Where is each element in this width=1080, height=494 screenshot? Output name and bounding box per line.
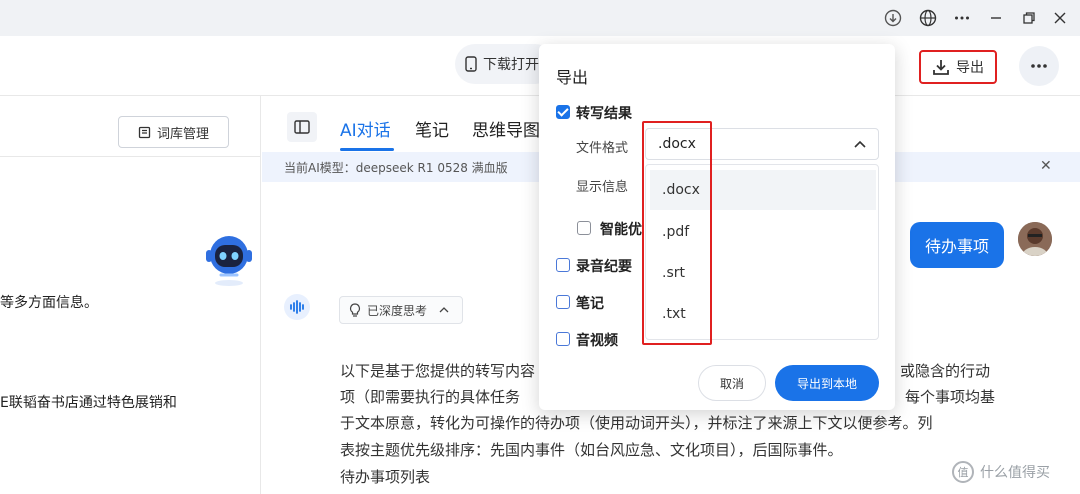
file-format-dropdown: .docx .pdf .srt .txt xyxy=(645,164,879,340)
globe-icon[interactable] xyxy=(918,8,938,28)
ai-model-text: 当前AI模型：deepseek R1 0528 满血版 xyxy=(284,161,508,175)
export-download-icon xyxy=(932,58,950,76)
bulb-icon xyxy=(349,303,361,317)
ai-response-fragment: 或隐含的行动 xyxy=(900,362,991,380)
site-watermark: 值 什么值得买 xyxy=(952,461,1050,483)
minimize-icon[interactable] xyxy=(986,8,1006,28)
ai-response-line: 于文本原意，转化为可操作的待办项（使用动词开头），并标注了来源上下文以便参考。列 xyxy=(340,414,933,432)
book-icon xyxy=(138,126,151,139)
ai-response-fragment: 每个事项均基 xyxy=(905,388,996,406)
deep-thinking-label: 已深度思考 xyxy=(367,303,428,318)
format-option-srt[interactable]: .srt xyxy=(650,253,876,293)
format-option-txt[interactable]: .txt xyxy=(650,294,876,334)
panel-toggle-button[interactable] xyxy=(287,112,317,142)
active-tab-indicator xyxy=(340,148,394,151)
more-options-button[interactable] xyxy=(1019,46,1059,86)
avatar[interactable] xyxy=(1018,222,1052,256)
transcript-line: 等多方面信息。 xyxy=(0,295,98,311)
phone-icon xyxy=(465,56,477,72)
sidebar-toggle-icon xyxy=(294,120,310,134)
audio-video-checkbox[interactable] xyxy=(556,332,570,346)
watermark-text: 什么值得买 xyxy=(980,465,1050,481)
ai-response-line: 以下是基于您提供的转写内容 xyxy=(340,362,536,380)
banner-close-icon[interactable]: ✕ xyxy=(1040,158,1052,174)
export-to-local-button[interactable]: 导出到本地 xyxy=(775,365,879,401)
export-label: 导出 xyxy=(956,60,984,76)
left-pane-divider xyxy=(0,156,261,157)
smart-label: 智能优 xyxy=(600,222,642,238)
restore-icon[interactable] xyxy=(1019,8,1039,28)
format-option-pdf[interactable]: .pdf xyxy=(650,212,876,252)
window-titlebar xyxy=(0,0,1080,36)
audio-video-label: 音视频 xyxy=(576,333,618,349)
vocabulary-manage-button[interactable]: 词库管理 xyxy=(118,116,229,148)
export-dialog: 导出 转写结果 文件格式 .docx 显示信息 智能优 录音纪要 笔记 音视频 … xyxy=(539,44,895,410)
ai-voice-icon xyxy=(284,294,310,320)
record-summary-checkbox[interactable] xyxy=(556,258,570,272)
transcript-checkbox[interactable] xyxy=(556,105,570,119)
file-format-value: .docx xyxy=(658,136,696,152)
tab-ai-chat[interactable]: AI对话 xyxy=(340,116,391,141)
vocabulary-manage-label: 词库管理 xyxy=(156,126,209,142)
chevron-up-icon xyxy=(854,137,866,151)
chevron-up-icon xyxy=(439,307,449,313)
format-option-docx[interactable]: .docx xyxy=(650,170,876,210)
export-dialog-title: 导出 xyxy=(556,68,589,87)
transcript-line: E联韬奋书店通过特色展销和 xyxy=(0,395,177,411)
left-transcript-pane: 词库管理 等多方面信息。 E联韬奋书店通过特色展销和 xyxy=(0,96,261,494)
display-info-label: 显示信息 xyxy=(576,180,629,195)
tab-notes[interactable]: 笔记 xyxy=(415,116,449,141)
ai-response-line: 项（即需要执行的具体任务 xyxy=(340,388,521,406)
cancel-button[interactable]: 取消 xyxy=(698,365,766,401)
close-icon[interactable] xyxy=(1050,8,1070,28)
transcript-label: 转写结果 xyxy=(576,106,632,122)
file-format-label: 文件格式 xyxy=(576,141,629,156)
deep-thinking-toggle[interactable]: 已深度思考 xyxy=(339,296,463,324)
watermark-logo: 值 xyxy=(952,461,974,483)
ai-response-line: 表按主题优先级排序：先国内事件（如台风应急、文化项目），后国际事件。 xyxy=(340,441,843,459)
tab-mindmap[interactable]: 思维导图 xyxy=(472,116,540,141)
ai-response-line: 待办事项列表 xyxy=(340,468,431,486)
export-button[interactable]: 导出 xyxy=(919,50,997,84)
more-icon xyxy=(1031,64,1047,68)
robot-assistant-icon[interactable] xyxy=(203,231,255,287)
more-horizontal-icon[interactable] xyxy=(952,8,972,28)
smart-checkbox[interactable] xyxy=(577,221,591,235)
record-summary-label: 录音纪要 xyxy=(576,259,632,275)
download-circle-icon[interactable] xyxy=(883,8,903,28)
user-message-bubble: 待办事项 xyxy=(910,222,1004,268)
file-format-select[interactable]: .docx xyxy=(645,128,879,160)
notes-label: 笔记 xyxy=(576,296,604,312)
download-app-label: 下载打开 xyxy=(483,57,539,73)
notes-checkbox[interactable] xyxy=(556,295,570,309)
